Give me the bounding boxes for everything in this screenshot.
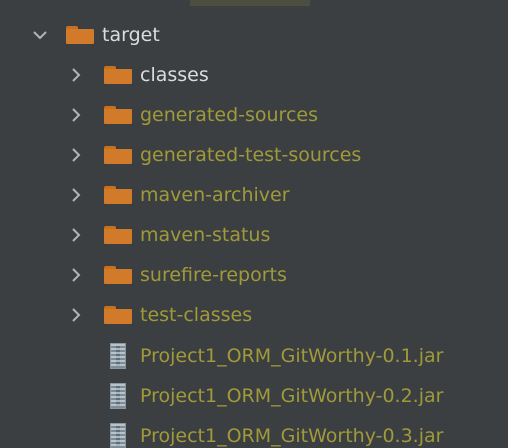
- folder-icon: [104, 146, 132, 164]
- tree-node-surefire-reports[interactable]: surefire-reports: [0, 255, 508, 295]
- chevron-right-icon[interactable]: [66, 225, 86, 245]
- chevron-right-icon[interactable]: [66, 145, 86, 165]
- tree-node-jar-0-2[interactable]: Project1_ORM_GitWorthy-0.2.jar: [0, 376, 508, 416]
- tree-node-label: maven-status: [140, 224, 271, 246]
- jar-archive-icon: [110, 343, 126, 369]
- tree-node-maven-status[interactable]: maven-status: [0, 215, 508, 255]
- tree-node-maven-archiver[interactable]: maven-archiver: [0, 175, 508, 215]
- chevron-right-icon[interactable]: [66, 265, 86, 285]
- clipped-row-above: [0, 0, 508, 8]
- folder-icon: [104, 306, 132, 324]
- tree-node-label: test-classes: [140, 304, 253, 326]
- folder-icon: [104, 226, 132, 244]
- tree-node-generated-sources[interactable]: generated-sources: [0, 95, 508, 135]
- tree-node-label: Project1_ORM_GitWorthy-0.1.jar: [140, 345, 444, 367]
- tree-node-label: target: [102, 24, 160, 46]
- chevron-right-icon[interactable]: [66, 185, 86, 205]
- tree-node-label: classes: [140, 64, 209, 86]
- tree-node-classes[interactable]: classes: [0, 55, 508, 95]
- tree-node-label: Project1_ORM_GitWorthy-0.2.jar: [140, 385, 444, 407]
- tree-node-generated-test-sources[interactable]: generated-test-sources: [0, 135, 508, 175]
- tree-node-label: maven-archiver: [140, 184, 290, 206]
- jar-archive-icon: [110, 423, 126, 448]
- project-tree-panel: target classes generated-sources generat…: [0, 0, 508, 448]
- tree-node-jar-0-1[interactable]: Project1_ORM_GitWorthy-0.1.jar: [0, 336, 508, 376]
- tree-node-label: surefire-reports: [140, 264, 287, 286]
- jar-archive-icon: [110, 383, 126, 409]
- tree-node-target[interactable]: target: [0, 15, 508, 55]
- folder-icon: [104, 106, 132, 124]
- folder-icon: [104, 266, 132, 284]
- tree-node-label: generated-sources: [140, 104, 318, 126]
- tree-node-test-classes[interactable]: test-classes: [0, 295, 508, 335]
- chevron-right-icon[interactable]: [66, 105, 86, 125]
- tree-node-label: generated-test-sources: [140, 144, 362, 166]
- folder-icon: [66, 26, 94, 44]
- folder-icon: [104, 66, 132, 84]
- chevron-right-icon[interactable]: [66, 305, 86, 325]
- tree-node-label: Project1_ORM_GitWorthy-0.3.jar: [140, 425, 444, 447]
- chevron-down-icon[interactable]: [30, 25, 50, 45]
- tree-node-jar-0-3[interactable]: Project1_ORM_GitWorthy-0.3.jar: [0, 416, 508, 448]
- folder-icon: [104, 186, 132, 204]
- chevron-right-icon[interactable]: [66, 65, 86, 85]
